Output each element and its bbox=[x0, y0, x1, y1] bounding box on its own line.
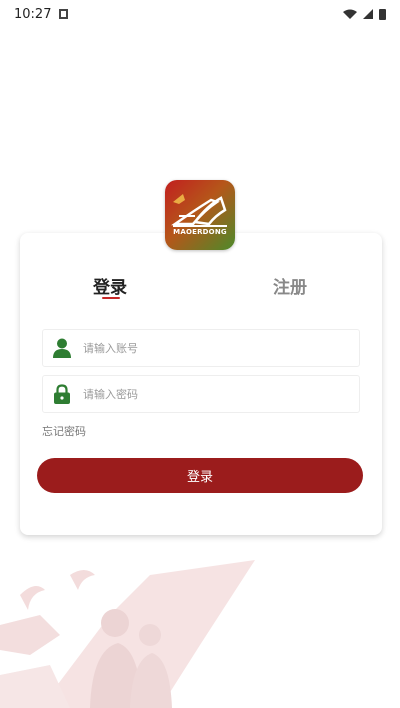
status-left: 10:27 bbox=[14, 6, 69, 22]
sim-card-icon bbox=[59, 9, 69, 19]
user-icon bbox=[53, 338, 71, 358]
lock-icon bbox=[54, 384, 70, 404]
app-logo: MAOERDONG bbox=[165, 180, 235, 250]
logo-emblem-icon bbox=[171, 194, 227, 227]
password-field[interactable] bbox=[42, 375, 360, 413]
tab-active-indicator bbox=[102, 297, 120, 299]
wifi-icon bbox=[343, 9, 357, 19]
status-bar: 10:27 bbox=[0, 0, 400, 28]
signal-icon bbox=[363, 9, 373, 19]
account-field[interactable] bbox=[42, 329, 360, 367]
status-time: 10:27 bbox=[14, 6, 52, 22]
login-button[interactable]: 登录 bbox=[37, 458, 363, 493]
status-right bbox=[343, 8, 386, 20]
password-input[interactable] bbox=[81, 376, 345, 412]
tab-register[interactable]: 注册 bbox=[273, 273, 307, 298]
forgot-password-link[interactable]: 忘记密码 bbox=[42, 423, 86, 439]
background-silhouette-decoration bbox=[0, 560, 255, 708]
logo-text: MAOERDONG bbox=[173, 228, 227, 236]
tab-login[interactable]: 登录 bbox=[93, 273, 127, 298]
account-input[interactable] bbox=[81, 330, 345, 366]
login-card: 登录 注册 忘记密码 登录 bbox=[20, 233, 382, 535]
battery-icon bbox=[379, 8, 386, 20]
